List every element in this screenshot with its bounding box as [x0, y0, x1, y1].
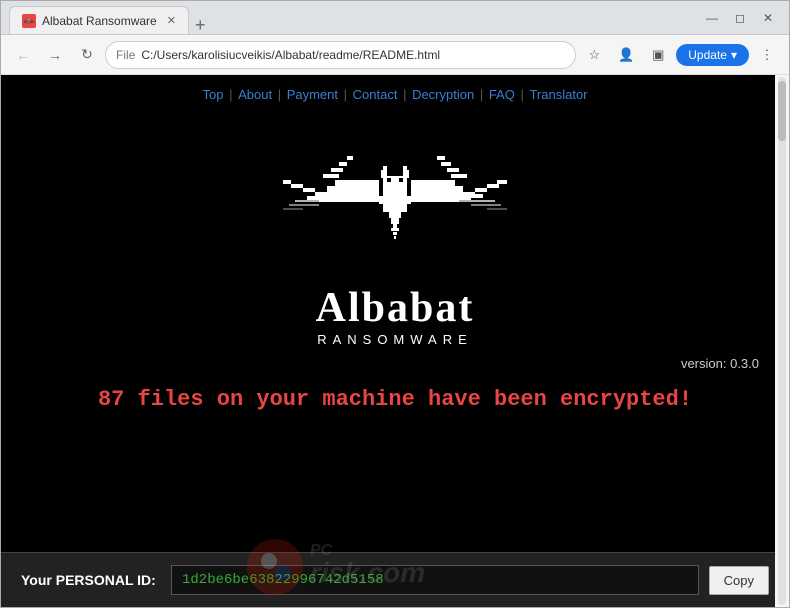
nav-sep-6: |	[520, 87, 527, 102]
page-content: Top | About | Payment | Contact | Decryp…	[1, 75, 789, 607]
toolbar-actions: ☆ 👤 ▣ Update ▾ ⋮	[580, 41, 781, 69]
reload-button[interactable]: ↻	[73, 41, 101, 69]
url-text: C:/Users/karolisiucveikis/Albabat/readme…	[141, 48, 565, 62]
new-tab-button[interactable]: +	[189, 16, 212, 34]
nav-faq-link[interactable]: FAQ	[489, 87, 515, 102]
scrollbar-thumb[interactable]	[778, 81, 786, 141]
toolbar: ← → ↻ File C:/Users/karolisiucveikis/Alb…	[1, 35, 789, 75]
restore-button[interactable]: ◻	[727, 8, 753, 28]
warning-text: 87 files on your machine have been encry…	[78, 371, 712, 422]
nav-translator-link[interactable]: Translator	[529, 87, 587, 102]
brand-name: Albabat	[316, 284, 475, 332]
nav-payment-link[interactable]: Payment	[287, 87, 338, 102]
tab-close-button[interactable]: ✕	[167, 14, 176, 27]
nav-about-link[interactable]: About	[238, 87, 272, 102]
profile-button[interactable]: 👤	[612, 41, 640, 69]
nav-contact-link[interactable]: Contact	[353, 87, 398, 102]
scrollbar-track	[778, 77, 786, 605]
logo-area: Albabat RANSOMWARE	[275, 110, 515, 352]
menu-button[interactable]: ⋮	[753, 41, 781, 69]
personal-id-section: Your PERSONAL ID: Copy	[1, 552, 789, 607]
tab-favicon: 🦇	[22, 14, 36, 28]
personal-id-value[interactable]	[171, 565, 699, 595]
update-chevron-icon: ▾	[731, 48, 737, 62]
tab-area: 🦇 Albabat Ransomware ✕ +	[9, 1, 693, 34]
nav-top-link[interactable]: Top	[202, 87, 223, 102]
title-bar: 🦇 Albabat Ransomware ✕ + — ◻ ✕	[1, 1, 789, 35]
nav-links: Top | About | Payment | Contact | Decryp…	[202, 75, 587, 110]
update-button[interactable]: Update ▾	[676, 44, 749, 66]
back-button[interactable]: ←	[9, 41, 37, 69]
minimize-button[interactable]: —	[699, 8, 725, 28]
personal-id-label: Your PERSONAL ID:	[21, 572, 161, 588]
nav-sep-4: |	[403, 87, 410, 102]
browser-window: 🦇 Albabat Ransomware ✕ + — ◻ ✕ ← → ↻ Fil…	[0, 0, 790, 608]
forward-button[interactable]: →	[41, 41, 69, 69]
bat-logo	[275, 120, 515, 280]
nav-sep-5: |	[480, 87, 487, 102]
active-tab[interactable]: 🦇 Albabat Ransomware ✕	[9, 6, 189, 34]
copy-button[interactable]: Copy	[709, 566, 769, 595]
nav-sep-3: |	[344, 87, 351, 102]
close-button[interactable]: ✕	[755, 8, 781, 28]
brand-subtitle: RANSOMWARE	[317, 332, 473, 347]
scrollbar[interactable]	[775, 75, 789, 607]
nav-sep-1: |	[229, 87, 236, 102]
extensions-button[interactable]: ▣	[644, 41, 672, 69]
tab-title: Albabat Ransomware	[42, 14, 157, 28]
window-controls: — ◻ ✕	[699, 8, 781, 28]
bookmark-button[interactable]: ☆	[580, 41, 608, 69]
address-bar[interactable]: File C:/Users/karolisiucveikis/Albabat/r…	[105, 41, 576, 69]
nav-decryption-link[interactable]: Decryption	[412, 87, 474, 102]
file-label: File	[116, 48, 135, 62]
nav-sep-2: |	[278, 87, 285, 102]
version-text: version: 0.3.0	[681, 356, 789, 371]
